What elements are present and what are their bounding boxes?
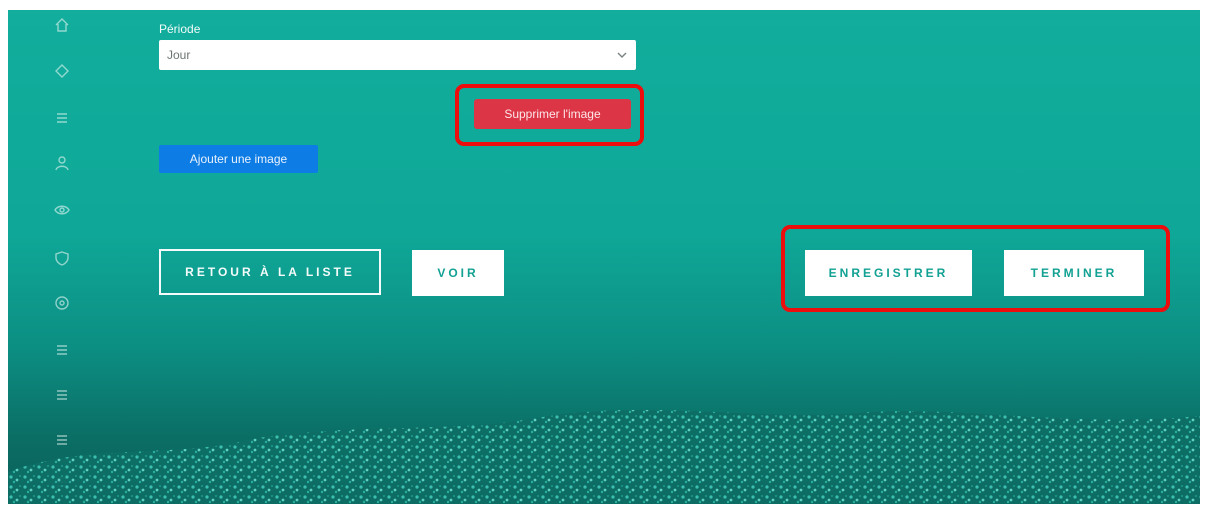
finish-button[interactable]: TERMINER [1004,250,1144,296]
save-button[interactable]: ENREGISTRER [805,250,972,296]
target-icon[interactable] [54,295,70,311]
page-frame: Période Jour Supprimer l'image Ajouter u… [8,10,1200,504]
home-icon[interactable] [54,17,70,33]
diamond-icon[interactable] [54,63,70,79]
view-button[interactable]: VOIR [412,250,504,296]
list-icon[interactable] [54,342,70,358]
period-value: Jour [167,48,191,62]
list-icon[interactable] [54,110,70,126]
period-label: Période [159,22,201,36]
shield-icon[interactable] [54,250,70,266]
period-select[interactable]: Jour [159,40,636,70]
visibility-icon[interactable] [54,202,70,218]
user-icon[interactable] [54,155,70,171]
chevron-down-icon [616,50,628,60]
delete-image-button[interactable]: Supprimer l'image [474,99,631,129]
add-image-button[interactable]: Ajouter une image [159,145,318,173]
coral-reef-image [8,394,1200,504]
back-to-list-button[interactable]: RETOUR À LA LISTE [159,249,381,295]
